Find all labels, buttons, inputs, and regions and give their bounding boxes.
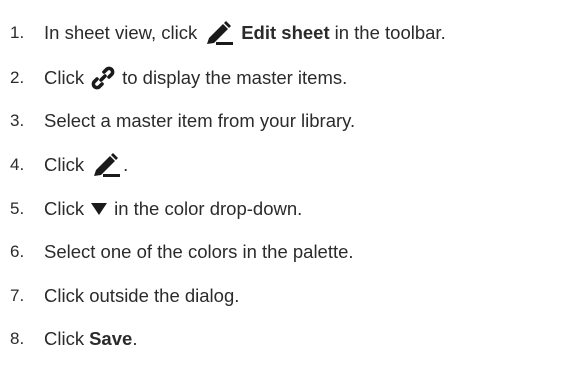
step-text: Click outside the dialog.: [44, 285, 240, 306]
step-text: .: [132, 328, 138, 349]
step-number: 4.: [10, 155, 25, 174]
step-number: 5.: [10, 199, 25, 218]
step-text: in the color drop-down.: [114, 198, 303, 219]
step-text: In sheet view, click: [44, 22, 198, 43]
step-number: 2.: [10, 68, 25, 87]
step-4: 4. Click .: [0, 149, 128, 181]
pencil-icon: [204, 21, 234, 45]
edit-sheet-label: Edit sheet: [241, 22, 330, 43]
step-text: Click: [44, 198, 85, 219]
step-7: 7. Click outside the dialog.: [0, 280, 239, 312]
step-8: 8. Click Save .: [0, 323, 137, 355]
triangle-down-icon: [91, 202, 108, 216]
step-6: 6. Select one of the colors in the palet…: [0, 236, 354, 268]
step-text: Select a master item from your library.: [44, 110, 356, 131]
step-2: 2. Click to display the master items.: [0, 62, 347, 94]
step-text: Click: [44, 67, 85, 88]
step-number: 7.: [10, 286, 25, 305]
step-number: 1.: [10, 23, 25, 42]
step-number: 6.: [10, 242, 25, 261]
step-text: Select one of the colors in the palette.: [44, 241, 354, 262]
step-text: to display the master items.: [122, 67, 348, 88]
link-icon: [91, 66, 115, 90]
step-text: Click: [44, 154, 85, 175]
step-3: 3. Select a master item from your librar…: [0, 105, 355, 137]
pencil-icon: [91, 153, 121, 177]
step-1: 1. In sheet view, click Edit sheet in th…: [0, 17, 446, 49]
step-number: 8.: [10, 329, 25, 348]
save-label: Save: [89, 328, 133, 349]
step-5: 5. Click in the color drop-down.: [0, 193, 302, 225]
step-number: 3.: [10, 111, 25, 130]
step-text: .: [123, 154, 129, 175]
step-text: Click: [44, 328, 85, 349]
step-text: in the toolbar.: [334, 22, 446, 43]
